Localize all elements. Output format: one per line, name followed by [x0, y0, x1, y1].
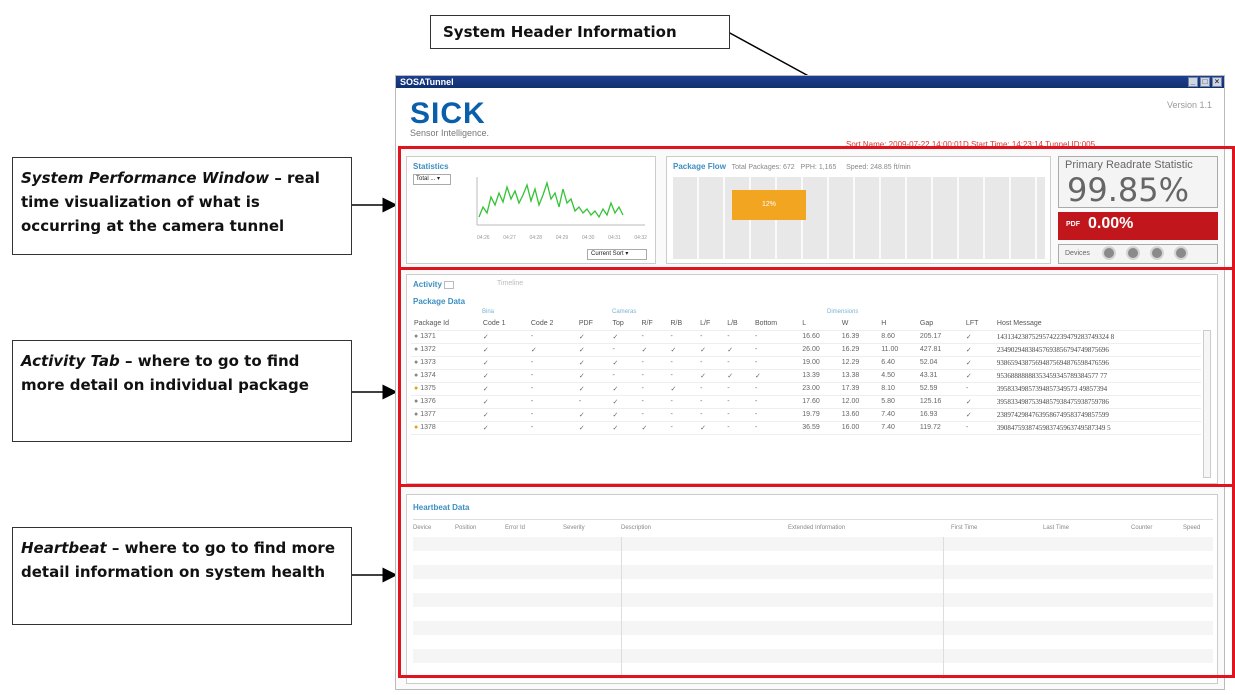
logo-tagline: Sensor Intelligence. [410, 128, 490, 138]
callout-heartbeat: Heartbeat – where to go to find more det… [12, 527, 352, 625]
highlight-performance [398, 146, 1235, 270]
close-button[interactable]: × [1212, 77, 1222, 87]
version-label: Version 1.1 [1166, 100, 1212, 110]
callout-heartbeat-title: Heartbeat [21, 539, 107, 557]
highlight-heartbeat [398, 484, 1235, 678]
minimize-button[interactable]: _ [1188, 77, 1198, 87]
highlight-activity [398, 267, 1235, 487]
callout-activity-title: Activity Tab [21, 352, 120, 370]
maximize-button[interactable]: □ [1200, 77, 1210, 87]
sick-logo: SICK [410, 97, 486, 130]
system-header: SICK Sensor Intelligence. Version 1.1 So… [396, 88, 1224, 149]
callout-header: System Header Information [430, 15, 730, 49]
callout-performance-title: System Performance Window [21, 169, 270, 187]
callout-header-text: System Header Information [443, 23, 677, 41]
callout-performance: System Performance Window – real time vi… [12, 157, 352, 255]
window-title: SOSATunnel [400, 77, 454, 87]
callout-activity: Activity Tab – where to go to find more … [12, 340, 352, 442]
title-bar: SOSATunnel _ □ × [396, 76, 1224, 88]
